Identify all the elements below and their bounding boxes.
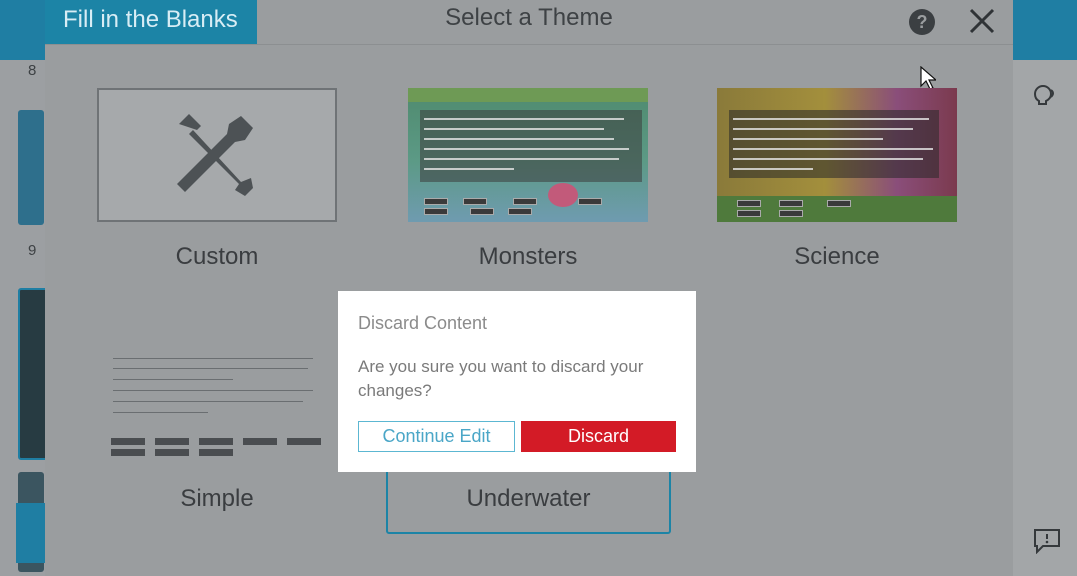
theme-thumbnail[interactable] <box>97 330 337 464</box>
theme-thumbnail[interactable] <box>97 88 337 222</box>
theme-label: Simple <box>180 485 254 512</box>
dialog-message: Are you sure you want to discard your ch… <box>358 357 644 400</box>
theme-label: Underwater <box>466 485 591 512</box>
theme-simple[interactable]: Simple <box>97 330 337 512</box>
feedback-icon[interactable] <box>1029 80 1059 115</box>
add-slide-button[interactable] <box>16 503 45 563</box>
theme-monsters[interactable]: Monsters <box>408 88 648 270</box>
theme-label: Science <box>794 243 880 270</box>
discard-button[interactable]: Discard <box>521 421 676 452</box>
slide-list-panel: 8 9 10 <box>0 60 48 576</box>
theme-thumbnail[interactable] <box>408 88 648 222</box>
close-icon[interactable] <box>967 4 997 38</box>
slide-thumbnail[interactable] <box>18 288 48 460</box>
dialog-title: Discard Content <box>358 313 488 333</box>
right-panel <box>1013 60 1077 576</box>
continue-edit-button[interactable]: Continue Edit <box>358 421 515 452</box>
slide-number: 8 <box>28 62 37 79</box>
theme-science[interactable]: Science <box>717 88 957 270</box>
modal-header: Select a Theme Fill in the Blanks ? <box>45 0 1013 45</box>
slide-thumbnail[interactable] <box>18 110 44 225</box>
theme-custom[interactable]: Custom <box>97 88 337 270</box>
discard-content-dialog: Discard Content Are you sure you want to… <box>338 291 696 472</box>
select-theme-modal: Select a Theme Fill in the Blanks ? Cust… <box>45 0 1013 576</box>
tab-fill-in-the-blanks[interactable]: Fill in the Blanks <box>45 0 257 44</box>
chat-icon[interactable] <box>1033 528 1061 559</box>
tools-icon <box>177 114 253 196</box>
slide-number: 9 <box>28 242 37 259</box>
help-icon[interactable]: ? <box>909 9 935 35</box>
theme-thumbnail[interactable] <box>717 88 957 222</box>
theme-label: Custom <box>175 243 259 270</box>
theme-label: Monsters <box>478 243 578 270</box>
